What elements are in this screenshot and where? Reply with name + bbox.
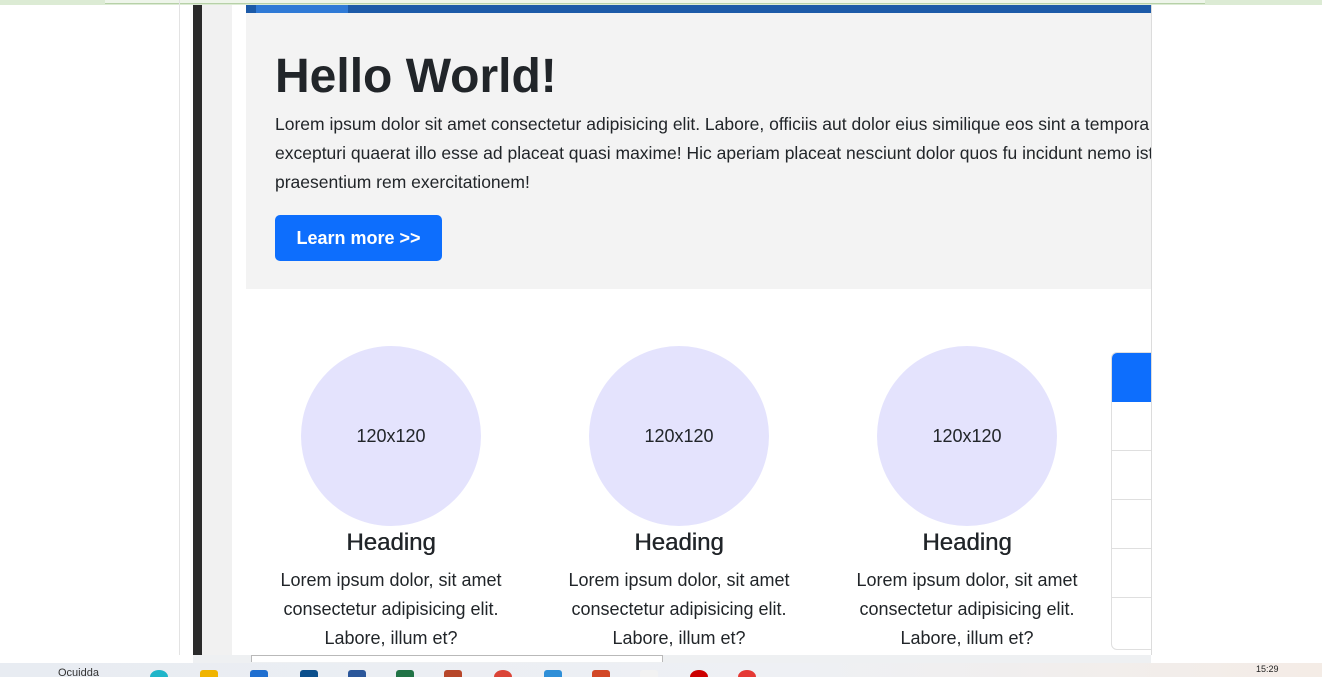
feature-heading: Heading [922, 529, 1012, 556]
page-gutter [202, 5, 232, 655]
taskbar-clock[interactable]: 15:29 [1256, 664, 1279, 674]
list-item[interactable] [1112, 598, 1151, 647]
feature-column: 120x120 Heading Lorem ipsum dolor, sit a… [837, 346, 1097, 653]
feature-heading: Heading [346, 529, 436, 556]
placeholder-image: 120x120 [589, 346, 769, 526]
page-title: Hello World! [275, 50, 557, 103]
opera-icon[interactable] [690, 670, 708, 677]
console-input[interactable] [251, 655, 663, 662]
feature-column: 120x120 Heading Lorem ipsum dolor, sit a… [261, 346, 521, 653]
feature-text: Lorem ipsum dolor, sit amet consectetur … [280, 570, 502, 648]
feature-column: 120x120 Heading Lorem ipsum dolor, sit a… [549, 346, 809, 653]
file-explorer-icon[interactable] [200, 670, 218, 677]
list-group [1111, 352, 1151, 650]
app-icon[interactable] [444, 670, 462, 677]
editor-scrollbar[interactable] [193, 5, 202, 655]
placeholder-label: 120x120 [932, 425, 1002, 446]
list-item[interactable] [1112, 549, 1151, 598]
placeholder-image: 120x120 [301, 346, 481, 526]
feature-heading: Heading [634, 529, 724, 556]
list-item[interactable] [1112, 500, 1151, 549]
navbar-active-item[interactable] [256, 5, 348, 13]
chrome-icon[interactable] [738, 670, 756, 677]
cortana-icon[interactable] [150, 670, 168, 677]
navbar [246, 5, 1151, 13]
learn-more-button[interactable]: Learn more >> [275, 215, 442, 261]
left-divider [179, 0, 180, 655]
browser-icon[interactable] [494, 670, 512, 677]
list-item[interactable] [1112, 451, 1151, 500]
store-icon[interactable] [250, 670, 268, 677]
app-icon[interactable] [640, 670, 658, 677]
taskbar-search-text[interactable]: Ocuidda [58, 667, 99, 677]
list-item-active[interactable] [1112, 353, 1151, 402]
address-bar-edge [105, 0, 1205, 4]
feature-text: Lorem ipsum dolor, sit amet consectetur … [568, 570, 790, 648]
list-item[interactable] [1112, 402, 1151, 451]
placeholder-label: 120x120 [356, 425, 426, 446]
jumbotron: Hello World! Lorem ipsum dolor sit amet … [246, 13, 1151, 289]
app-icon[interactable] [300, 670, 318, 677]
placeholder-label: 120x120 [644, 425, 714, 446]
excel-icon[interactable] [396, 670, 414, 677]
jumbotron-text: Lorem ipsum dolor sit amet consectetur a… [275, 114, 1152, 192]
powerpoint-icon[interactable] [592, 670, 610, 677]
page-viewport: Hello World! Lorem ipsum dolor sit amet … [232, 5, 1152, 655]
taskbar: Ocuidda 15:29 [0, 663, 1322, 677]
feature-text: Lorem ipsum dolor, sit amet consectetur … [856, 570, 1078, 648]
app-icon[interactable] [544, 670, 562, 677]
word-icon[interactable] [348, 670, 366, 677]
editor-bottom-bar [193, 655, 1151, 663]
right-blank-area [1152, 5, 1322, 655]
placeholder-image: 120x120 [877, 346, 1057, 526]
